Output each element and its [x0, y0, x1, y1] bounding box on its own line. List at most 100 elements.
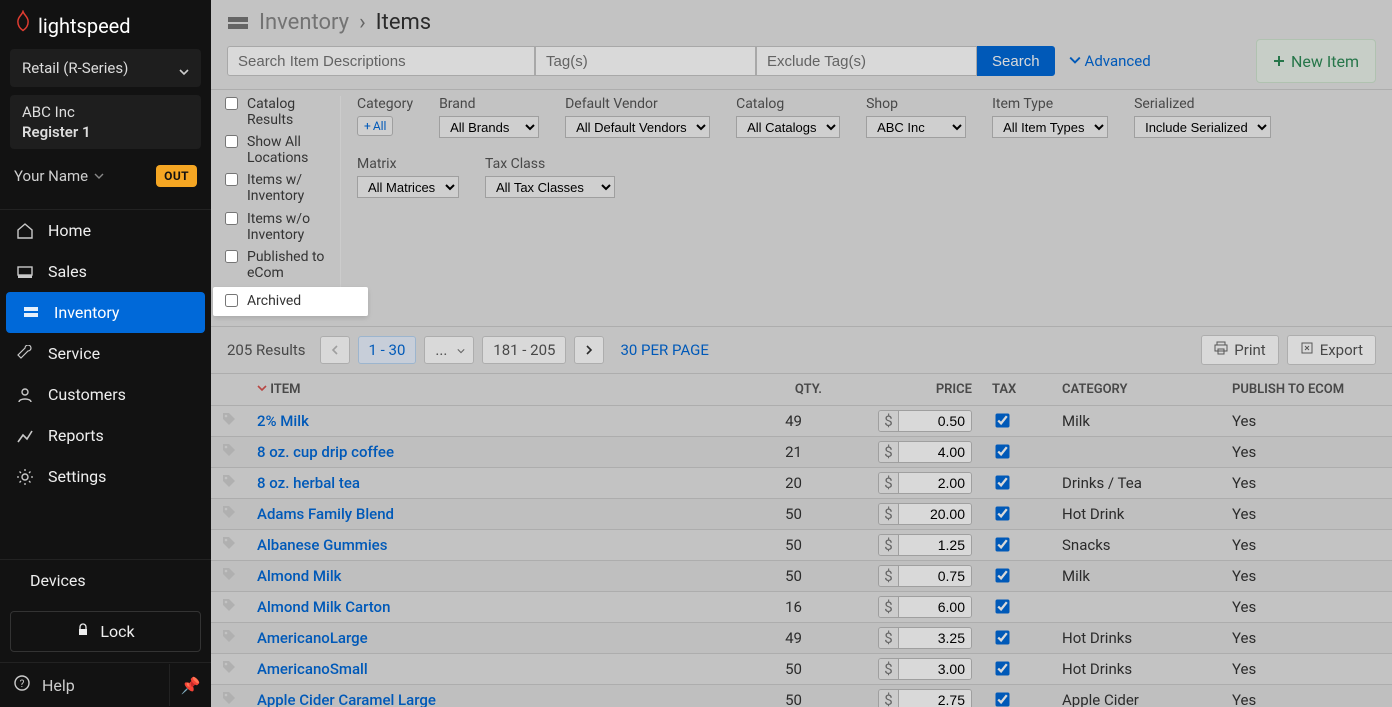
checkbox[interactable] [225, 97, 238, 110]
lock-button[interactable]: Lock [10, 611, 201, 652]
checkbox[interactable] [225, 135, 238, 148]
item-link[interactable]: Albanese Gummies [257, 536, 387, 554]
item-link[interactable]: AmericanoLarge [257, 629, 368, 647]
col-category[interactable]: CATEGORY [1052, 374, 1222, 406]
price-field[interactable] [899, 659, 971, 679]
print-button[interactable]: Print [1201, 335, 1278, 365]
item-link[interactable]: AmericanoSmall [257, 660, 368, 678]
nav-settings[interactable]: Settings [0, 456, 211, 497]
tax-checkbox[interactable] [995, 475, 1009, 489]
price-field[interactable] [899, 411, 971, 431]
price-input[interactable]: $ [878, 441, 972, 463]
brand-select[interactable]: All Brands [439, 116, 539, 138]
retail-series-select[interactable]: Retail (R-Series) [10, 49, 201, 87]
col-item[interactable]: ITEM [247, 374, 712, 406]
price-input[interactable]: $ [878, 410, 972, 432]
price-input[interactable]: $ [878, 534, 972, 556]
new-item-button[interactable]: New Item [1256, 39, 1376, 83]
nav-inventory[interactable]: Inventory [6, 292, 205, 333]
price-input[interactable]: $ [878, 472, 972, 494]
col-qty[interactable]: QTY. [712, 374, 832, 406]
tax-checkbox[interactable] [995, 599, 1009, 613]
pager-range-current[interactable]: 1 - 30 [358, 336, 417, 364]
pager-prev[interactable] [320, 336, 350, 364]
tax-checkbox[interactable] [995, 413, 1009, 427]
item-link[interactable]: Almond Milk Carton [257, 598, 390, 616]
item-link[interactable]: Adams Family Blend [257, 505, 394, 523]
tag-icon[interactable] [221, 444, 237, 462]
search-button[interactable]: Search [977, 46, 1055, 76]
tag-icon[interactable] [221, 537, 237, 555]
check-items-wo-inventory[interactable]: Items w/o Inventory [221, 211, 334, 243]
check-catalog-results[interactable]: Catalog Results [221, 96, 334, 128]
tax-class-select[interactable]: All Tax Classes [485, 176, 615, 198]
price-field[interactable] [899, 566, 971, 586]
checkbox[interactable] [225, 173, 238, 186]
price-input[interactable]: $ [878, 627, 972, 649]
nav-sales[interactable]: Sales [0, 251, 211, 292]
help-label[interactable]: Help [42, 676, 75, 695]
price-input[interactable]: $ [878, 596, 972, 618]
price-field[interactable] [899, 535, 971, 555]
check-archived[interactable]: Archived [213, 287, 368, 316]
nav-customers[interactable]: Customers [0, 374, 211, 415]
check-published-ecom[interactable]: Published to eCom [221, 249, 334, 281]
item-link[interactable]: 8 oz. cup drip coffee [257, 443, 394, 461]
price-input[interactable]: $ [878, 503, 972, 525]
matrix-select[interactable]: All Matrices [357, 176, 459, 198]
account-box[interactable]: ABC Inc Register 1 [10, 95, 201, 149]
tag-icon[interactable] [221, 661, 237, 679]
price-field[interactable] [899, 473, 971, 493]
price-field[interactable] [899, 690, 971, 707]
price-input[interactable]: $ [878, 658, 972, 680]
price-input[interactable]: $ [878, 565, 972, 587]
item-link[interactable]: Apple Cider Caramel Large [257, 691, 436, 707]
tax-checkbox[interactable] [995, 568, 1009, 582]
item-link[interactable]: 2% Milk [257, 412, 309, 430]
tag-icon[interactable] [221, 506, 237, 524]
price-field[interactable] [899, 442, 971, 462]
tax-checkbox[interactable] [995, 537, 1009, 551]
col-publish[interactable]: PUBLISH TO ECOM [1222, 374, 1392, 406]
tax-checkbox[interactable] [995, 661, 1009, 675]
pager-range-dots[interactable]: ... [424, 336, 474, 364]
tax-checkbox[interactable] [995, 444, 1009, 458]
tags-input[interactable] [535, 46, 756, 76]
serialized-select[interactable]: Include Serialized [1134, 116, 1271, 138]
nav-home[interactable]: Home [0, 210, 211, 251]
tag-icon[interactable] [221, 475, 237, 493]
breadcrumb-parent[interactable]: Inventory [259, 10, 349, 35]
item-link[interactable]: Almond Milk [257, 567, 341, 585]
tag-icon[interactable] [221, 599, 237, 617]
price-field[interactable] [899, 597, 971, 617]
default-vendor-select[interactable]: All Default Vendors [565, 116, 710, 138]
pager-next[interactable] [574, 336, 604, 364]
tax-checkbox[interactable] [995, 630, 1009, 644]
tag-icon[interactable] [221, 692, 237, 707]
out-badge[interactable]: OUT [156, 165, 197, 187]
price-input[interactable]: $ [878, 689, 972, 707]
category-all-button[interactable]: + All [357, 116, 393, 136]
user-row[interactable]: Your Name OUT [4, 157, 207, 195]
search-input[interactable] [227, 46, 535, 76]
nav-reports[interactable]: Reports [0, 415, 211, 456]
price-field[interactable] [899, 628, 971, 648]
pin-sidebar[interactable]: 📌 [169, 664, 211, 706]
pager-range-last[interactable]: 181 - 205 [482, 336, 566, 364]
advanced-toggle[interactable]: Advanced [1069, 52, 1151, 70]
checkbox[interactable] [225, 212, 238, 225]
tag-icon[interactable] [221, 630, 237, 648]
export-button[interactable]: Export [1287, 335, 1376, 365]
shop-select[interactable]: ABC Inc [866, 116, 966, 138]
check-items-w-inventory[interactable]: Items w/ Inventory [221, 172, 334, 204]
col-tax[interactable]: TAX [982, 374, 1052, 406]
tag-icon[interactable] [221, 568, 237, 586]
checkbox[interactable] [225, 294, 238, 307]
per-page-select[interactable]: 30 PER PAGE [620, 341, 708, 359]
catalog-select[interactable]: All Catalogs [736, 116, 840, 138]
col-price[interactable]: PRICE [832, 374, 982, 406]
exclude-tags-input[interactable] [756, 46, 977, 76]
nav-service[interactable]: Service [0, 333, 211, 374]
nav-devices[interactable]: Devices [0, 559, 211, 601]
item-link[interactable]: 8 oz. herbal tea [257, 474, 360, 492]
